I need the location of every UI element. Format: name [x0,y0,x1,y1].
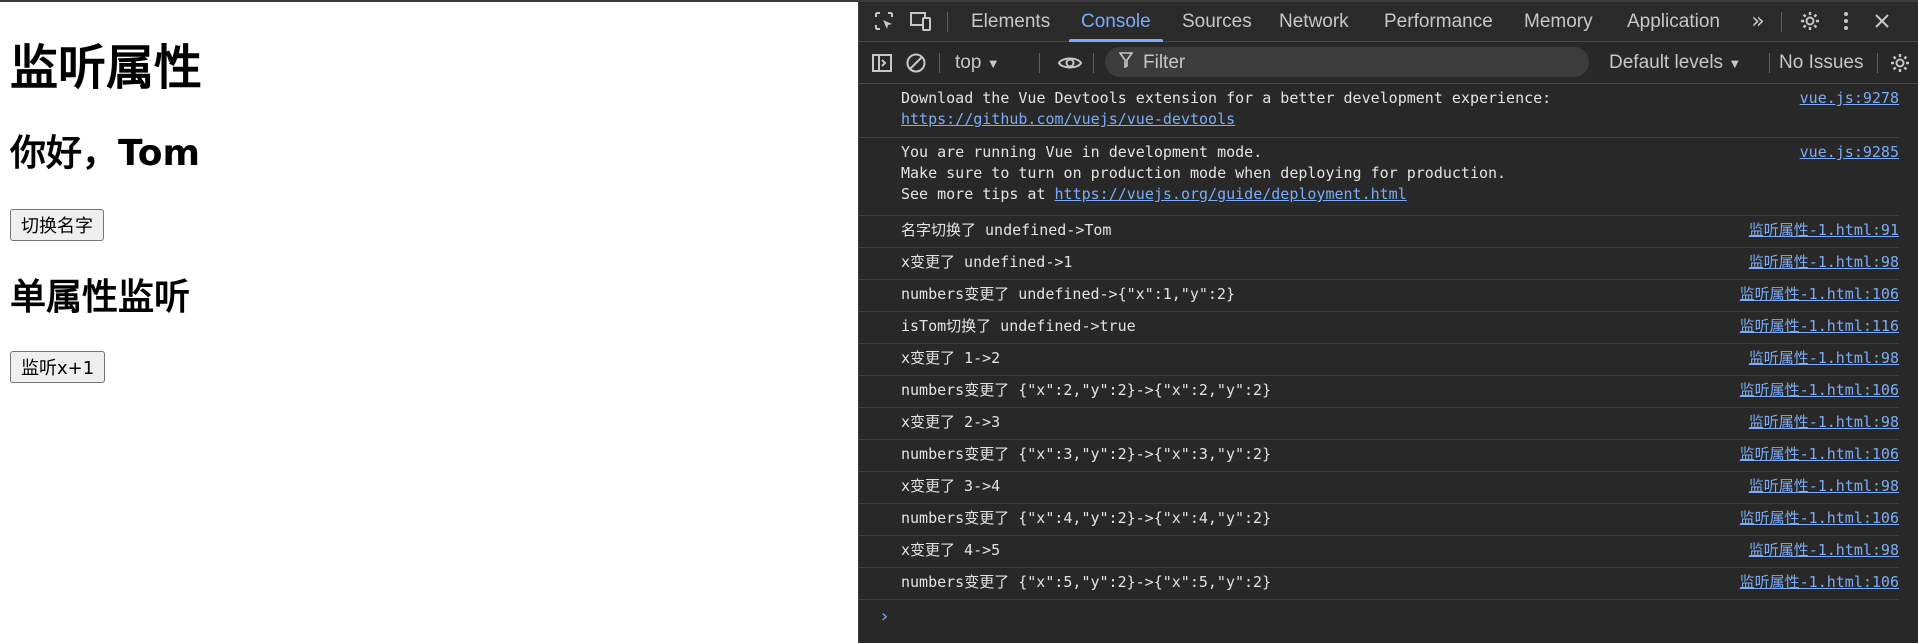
source-link[interactable]: vue.js:9285 [1800,142,1899,163]
console-message: You are running Vue in development mode.… [859,138,1899,216]
source-link[interactable]: 监听属性-1.html:106 [1740,444,1899,465]
tab-memory[interactable]: Memory [1524,2,1593,42]
separator [939,53,940,73]
separator [1877,53,1878,73]
source-link[interactable]: 监听属性-1.html:98 [1749,476,1899,497]
tab-console[interactable]: Console [1069,2,1163,42]
console-message: isTom切换了 undefined->true 监听属性-1.html:116 [859,312,1899,344]
message-text: numbers变更了 {"x":2,"y":2}->{"x":2,"y":2} [901,381,1272,399]
console-message: x变更了 undefined->1 监听属性-1.html:98 [859,248,1899,280]
greeting-heading: 你好，Tom [10,133,201,174]
inspect-element-icon[interactable] [871,8,897,34]
console-message: numbers变更了 undefined->{"x":1,"y":2} 监听属性-… [859,280,1899,312]
console-message: x变更了 1->2 监听属性-1.html:98 [859,344,1899,376]
separator [1781,12,1782,32]
message-link[interactable]: https://github.com/vuejs/vue-devtools [901,110,1235,128]
clear-console-icon[interactable] [903,50,929,76]
context-selector[interactable]: top ▼ [955,42,1000,84]
message-line: Make sure to turn on production mode whe… [901,164,1507,182]
message-text: numbers变更了 {"x":5,"y":2}->{"x":5,"y":2} [901,573,1272,591]
sidebar-toggle-icon[interactable] [869,50,895,76]
message-text: numbers变更了 {"x":3,"y":2}->{"x":3,"y":2} [901,445,1272,463]
rendered-page: 监听属性 你好，Tom 切换名字 单属性监听 监听x+1 [0,2,858,643]
console-message: x变更了 2->3 监听属性-1.html:98 [859,408,1899,440]
console-output: Download the Vue Devtools extension for … [859,84,1918,643]
filter-box [1105,47,1589,79]
source-link[interactable]: 监听属性-1.html:98 [1749,412,1899,433]
message-link[interactable]: https://vuejs.org/guide/deployment.html [1055,185,1407,203]
console-message: 名字切换了 undefined->Tom 监听属性-1.html:91 [859,216,1899,248]
message-line: Download the Vue Devtools extension for … [901,89,1552,107]
source-link[interactable]: 监听属性-1.html:106 [1740,572,1899,593]
message-text: x变更了 2->3 [901,413,1001,431]
message-text: numbers变更了 undefined->{"x":1,"y":2} [901,285,1235,303]
source-link[interactable]: 监听属性-1.html:98 [1749,348,1899,369]
message-line: You are running Vue in development mode. [901,143,1263,161]
source-link[interactable]: vue.js:9278 [1800,88,1899,109]
source-link[interactable]: 监听属性-1.html:98 [1749,540,1899,561]
message-text: x变更了 undefined->1 [901,253,1073,271]
increment-x-button[interactable]: 监听x+1 [10,351,106,383]
console-message: numbers变更了 {"x":2,"y":2}->{"x":2,"y":2} 监… [859,376,1899,408]
console-toolbar: top ▼ Default levels ▼ No Issues [859,42,1918,84]
tab-elements[interactable]: Elements [971,2,1050,42]
message-text: x变更了 3->4 [901,477,1001,495]
chevron-down-icon: ▼ [1728,56,1742,71]
filter-input[interactable] [1141,47,1565,79]
source-link[interactable]: 监听属性-1.html:106 [1740,284,1899,305]
source-link[interactable]: 监听属性-1.html:91 [1749,220,1899,241]
tab-performance[interactable]: Performance [1384,2,1493,42]
separator [1039,53,1040,73]
source-link[interactable]: 监听属性-1.html:98 [1749,252,1899,273]
console-message: x变更了 4->5 监听属性-1.html:98 [859,536,1899,568]
message-text: numbers变更了 {"x":4,"y":2}->{"x":4,"y":2} [901,509,1272,527]
console-message: numbers变更了 {"x":4,"y":2}->{"x":4,"y":2} 监… [859,504,1899,536]
message-text: Download the Vue Devtools extension for … [901,88,1551,130]
devtools-tab-bar: Elements Console Sources Network Perform… [859,2,1918,42]
prompt-chevron-icon[interactable]: › [879,606,890,627]
separator [947,12,948,32]
more-tabs-icon[interactable]: » [1745,8,1771,34]
devtools-panel: Elements Console Sources Network Perform… [858,2,1918,643]
message-text: 名字切换了 undefined->Tom [901,221,1112,239]
source-link[interactable]: 监听属性-1.html:106 [1740,508,1899,529]
log-levels-dropdown[interactable]: Default levels ▼ [1609,42,1741,84]
separator [1769,53,1770,73]
source-link[interactable]: 监听属性-1.html:116 [1740,316,1899,337]
gear-icon[interactable] [1797,8,1823,34]
page-title: 监听属性 [10,40,203,96]
close-icon[interactable] [1869,8,1895,34]
context-label: top [955,52,982,73]
console-message: numbers变更了 {"x":3,"y":2}->{"x":3,"y":2} 监… [859,440,1899,472]
kebab-menu-icon[interactable] [1833,8,1859,34]
message-text: isTom切换了 undefined->true [901,317,1136,335]
log-levels-label: Default levels [1609,52,1724,73]
device-toggle-icon[interactable] [907,8,933,34]
filter-icon [1118,52,1134,72]
console-message: Download the Vue Devtools extension for … [859,84,1899,138]
message-text: x变更了 4->5 [901,541,1001,559]
section-heading: 单属性监听 [10,277,191,318]
console-gear-icon[interactable] [1887,50,1913,76]
chevron-down-icon: ▼ [986,56,1000,71]
message-text: x变更了 1->2 [901,349,1001,367]
message-text: You are running Vue in development mode.… [901,142,1506,205]
tab-sources[interactable]: Sources [1182,2,1252,42]
switch-name-button[interactable]: 切换名字 [10,209,104,241]
tab-application[interactable]: Application [1627,2,1720,42]
message-line: See more tips at [901,185,1055,203]
source-link[interactable]: 监听属性-1.html:106 [1740,380,1899,401]
console-message: x变更了 3->4 监听属性-1.html:98 [859,472,1899,504]
tab-network[interactable]: Network [1279,2,1349,42]
separator [1093,53,1094,73]
console-message: numbers变更了 {"x":5,"y":2}->{"x":5,"y":2} 监… [859,568,1899,600]
issues-counter[interactable]: No Issues [1779,42,1863,84]
eye-icon[interactable] [1057,50,1083,76]
